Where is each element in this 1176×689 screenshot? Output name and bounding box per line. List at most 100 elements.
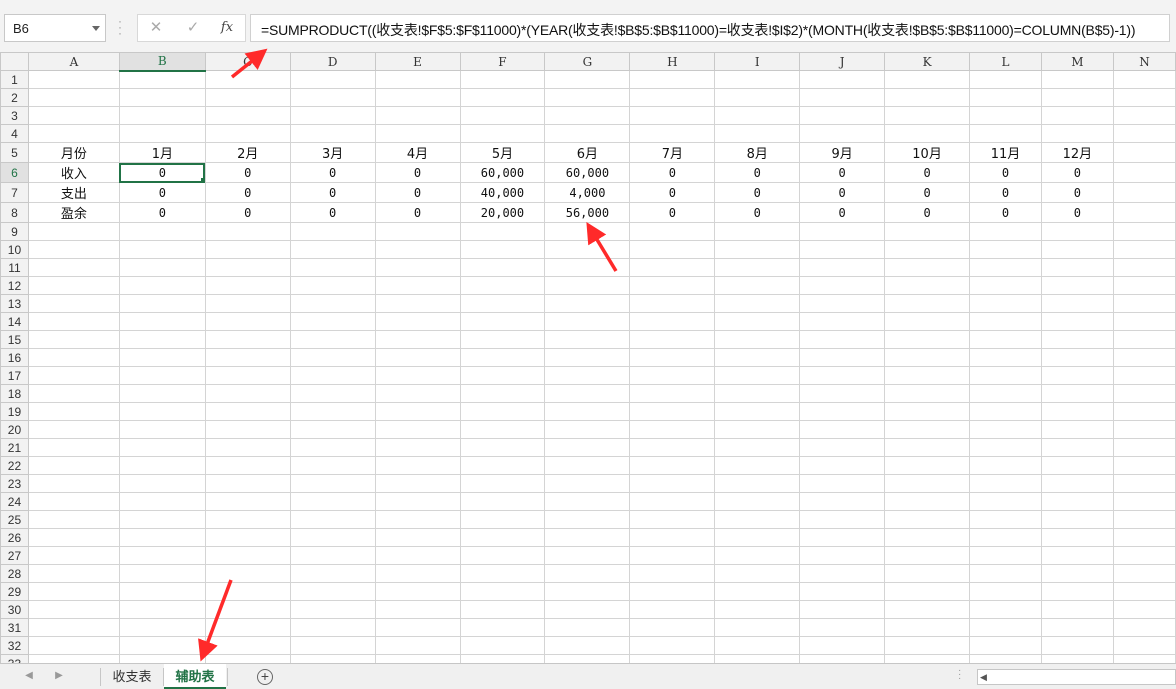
cell-N17[interactable] <box>1112 366 1176 385</box>
cell-I31[interactable] <box>714 618 801 637</box>
cell-G32[interactable] <box>544 636 631 655</box>
cell-L32[interactable] <box>969 636 1042 655</box>
cell-D24[interactable] <box>289 492 376 511</box>
cell-I22[interactable] <box>714 456 801 475</box>
cell-E13[interactable] <box>374 294 461 313</box>
cell-L21[interactable] <box>969 438 1042 457</box>
cell-E1[interactable] <box>374 70 461 89</box>
cell-K13[interactable] <box>884 294 971 313</box>
cell-L1[interactable] <box>969 70 1042 89</box>
cell-F11[interactable] <box>459 258 546 277</box>
cell-C15[interactable] <box>204 330 291 349</box>
cell-K26[interactable] <box>884 528 971 547</box>
cell-L16[interactable] <box>969 348 1042 367</box>
cell-C33[interactable] <box>204 654 291 663</box>
cell-K23[interactable] <box>884 474 971 493</box>
cell-H26[interactable] <box>629 528 716 547</box>
cell-K17[interactable] <box>884 366 971 385</box>
cell-I7[interactable]: 0 <box>714 182 801 203</box>
row-header[interactable]: 14 <box>0 312 29 331</box>
cell-M31[interactable] <box>1040 618 1114 637</box>
cell-A12[interactable] <box>27 276 120 295</box>
cell-N3[interactable] <box>1112 106 1176 125</box>
column-header[interactable]: C <box>204 52 291 71</box>
cell-N1[interactable] <box>1112 70 1176 89</box>
cell-M18[interactable] <box>1040 384 1114 403</box>
cell-M30[interactable] <box>1040 600 1114 619</box>
cell-M14[interactable] <box>1040 312 1114 331</box>
cell-N26[interactable] <box>1112 528 1176 547</box>
cell-G11[interactable] <box>544 258 631 277</box>
cell-E5[interactable]: 4月 <box>374 142 461 163</box>
cell-H16[interactable] <box>629 348 716 367</box>
cell-B5[interactable]: 1月 <box>118 142 206 163</box>
cell-N25[interactable] <box>1112 510 1176 529</box>
cell-L11[interactable] <box>969 258 1042 277</box>
cell-H5[interactable]: 7月 <box>629 142 716 163</box>
cell-M20[interactable] <box>1040 420 1114 439</box>
cell-K21[interactable] <box>884 438 971 457</box>
cell-H27[interactable] <box>629 546 716 565</box>
cell-I10[interactable] <box>714 240 801 259</box>
cell-F14[interactable] <box>459 312 546 331</box>
cell-C7[interactable]: 0 <box>204 182 291 203</box>
select-all-corner[interactable] <box>0 52 29 71</box>
cell-E32[interactable] <box>374 636 461 655</box>
cell-F19[interactable] <box>459 402 546 421</box>
cell-B13[interactable] <box>118 294 206 313</box>
cell-A15[interactable] <box>27 330 120 349</box>
cell-N27[interactable] <box>1112 546 1176 565</box>
cell-J15[interactable] <box>799 330 886 349</box>
cell-J30[interactable] <box>799 600 886 619</box>
cell-A2[interactable] <box>27 88 120 107</box>
cell-E24[interactable] <box>374 492 461 511</box>
cell-H1[interactable] <box>629 70 716 89</box>
cell-G21[interactable] <box>544 438 631 457</box>
cell-C31[interactable] <box>204 618 291 637</box>
cell-B3[interactable] <box>118 106 206 125</box>
cell-M25[interactable] <box>1040 510 1114 529</box>
cell-F33[interactable] <box>459 654 546 663</box>
cell-D15[interactable] <box>289 330 376 349</box>
cell-M16[interactable] <box>1040 348 1114 367</box>
cell-A32[interactable] <box>27 636 120 655</box>
column-header[interactable]: K <box>884 52 971 71</box>
cell-E11[interactable] <box>374 258 461 277</box>
cell-D33[interactable] <box>289 654 376 663</box>
cell-D23[interactable] <box>289 474 376 493</box>
cell-E14[interactable] <box>374 312 461 331</box>
cell-B26[interactable] <box>118 528 206 547</box>
cell-E8[interactable]: 0 <box>374 202 461 223</box>
cell-I29[interactable] <box>714 582 801 601</box>
cell-C11[interactable] <box>204 258 291 277</box>
cell-L9[interactable] <box>969 222 1042 241</box>
cell-D26[interactable] <box>289 528 376 547</box>
cell-D21[interactable] <box>289 438 376 457</box>
column-header[interactable]: H <box>629 52 716 71</box>
cell-J1[interactable] <box>799 70 886 89</box>
cell-H33[interactable] <box>629 654 716 663</box>
cell-L28[interactable] <box>969 564 1042 583</box>
cell-B16[interactable] <box>118 348 206 367</box>
cell-M23[interactable] <box>1040 474 1114 493</box>
cell-D6[interactable]: 0 <box>289 162 376 183</box>
cell-J27[interactable] <box>799 546 886 565</box>
cell-L12[interactable] <box>969 276 1042 295</box>
cell-B27[interactable] <box>118 546 206 565</box>
cell-B19[interactable] <box>118 402 206 421</box>
cell-C28[interactable] <box>204 564 291 583</box>
horizontal-scrollbar[interactable]: ◀ <box>977 669 1176 685</box>
cell-M27[interactable] <box>1040 546 1114 565</box>
column-header[interactable]: J <box>799 52 886 71</box>
cell-J13[interactable] <box>799 294 886 313</box>
cell-N21[interactable] <box>1112 438 1176 457</box>
cell-K18[interactable] <box>884 384 971 403</box>
cell-A7[interactable]: 支出 <box>27 182 120 203</box>
cell-C8[interactable]: 0 <box>204 202 291 223</box>
cell-D2[interactable] <box>289 88 376 107</box>
name-box[interactable]: B6 <box>4 14 106 42</box>
cell-E29[interactable] <box>374 582 461 601</box>
cell-I18[interactable] <box>714 384 801 403</box>
cell-J28[interactable] <box>799 564 886 583</box>
cell-F21[interactable] <box>459 438 546 457</box>
